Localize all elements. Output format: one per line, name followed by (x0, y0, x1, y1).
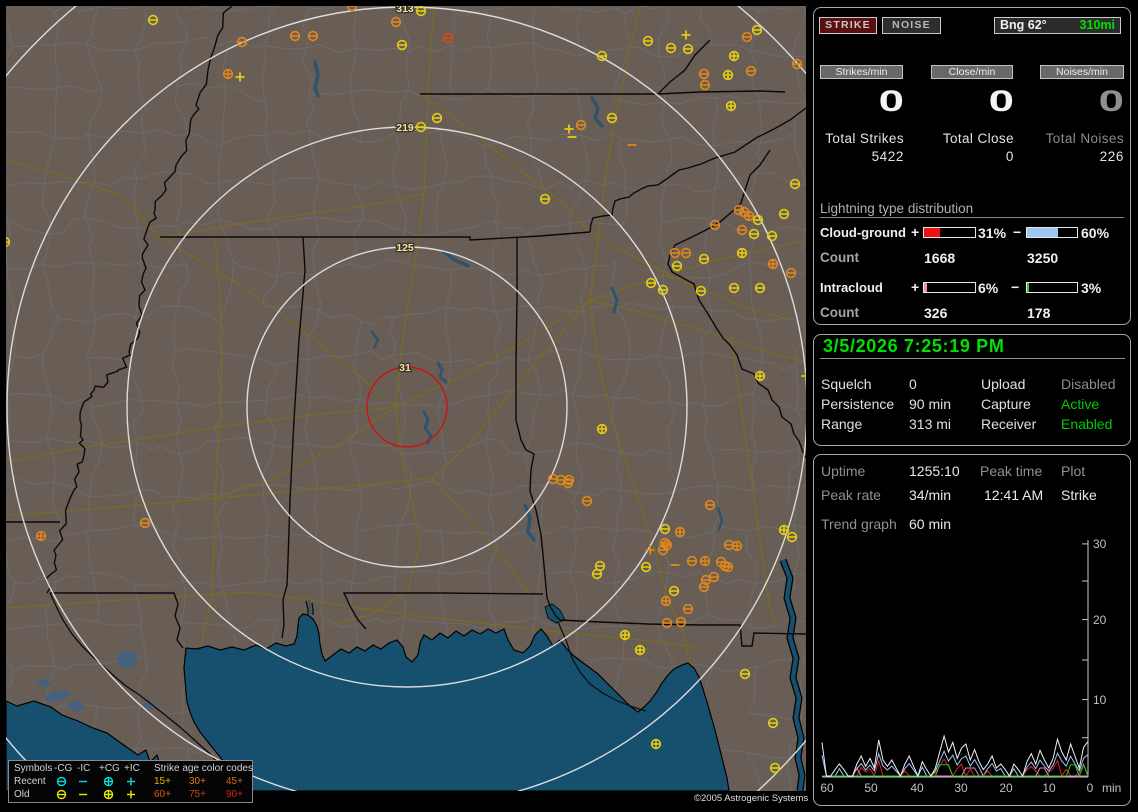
svg-text:30: 30 (954, 781, 968, 795)
svg-text:31: 31 (399, 362, 411, 374)
svg-text:min: min (1102, 781, 1121, 795)
svg-text:40: 40 (910, 781, 924, 795)
svg-text:313: 313 (396, 6, 414, 15)
svg-text:50: 50 (864, 781, 878, 795)
svg-text:10: 10 (1042, 781, 1056, 795)
svg-text:0: 0 (1087, 781, 1094, 795)
svg-text:10: 10 (1093, 693, 1107, 707)
svg-text:20: 20 (999, 781, 1013, 795)
svg-text:219: 219 (396, 122, 414, 134)
svg-text:125: 125 (396, 242, 414, 254)
svg-text:30: 30 (1093, 537, 1107, 551)
svg-text:20: 20 (1093, 613, 1107, 627)
svg-text:60: 60 (820, 781, 834, 795)
